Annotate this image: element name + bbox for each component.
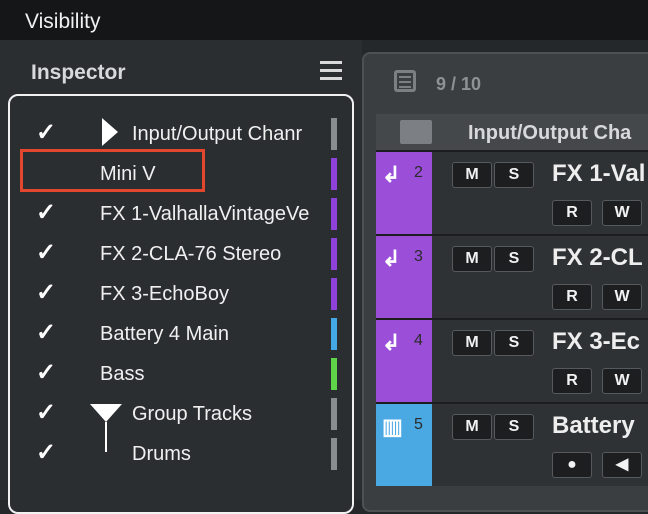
visibility-panel: ✓ Input/Output Chanr Mini V ✓ FX 1-Valha… [8, 94, 354, 514]
read-button[interactable]: R [552, 284, 592, 310]
visibility-row-input-output[interactable]: ✓ Input/Output Chanr [10, 114, 340, 154]
check-icon[interactable]: ✓ [36, 318, 56, 347]
row-label: Bass [100, 363, 145, 385]
solo-button[interactable]: S [494, 246, 534, 272]
check-icon[interactable]: ✓ [36, 438, 56, 467]
check-icon[interactable]: ✓ [36, 198, 56, 227]
track-row-5[interactable]: ▥ 5 M S ● ◀ Battery [376, 402, 648, 486]
solo-button[interactable]: S [494, 414, 534, 440]
track-row-2[interactable]: ↲ 2 M S R W FX 1-Val [376, 150, 648, 234]
color-bar [331, 118, 337, 150]
visibility-row-mini-v[interactable]: Mini V [10, 154, 340, 194]
write-button[interactable]: W [602, 284, 642, 310]
color-bar [331, 438, 337, 470]
tab-visibility-label: Visibility [25, 10, 101, 33]
visibility-row-fx3[interactable]: ✓ FX 3-EchoBoy [10, 274, 340, 314]
row-label: Drums [132, 443, 191, 465]
color-bar [331, 198, 337, 230]
return-arrow-icon: ↲ [382, 162, 401, 187]
triangle-right-icon[interactable] [102, 118, 118, 146]
keyboard-icon: ▥ [382, 414, 403, 439]
track-color-strip: ▥ 5 [376, 404, 432, 486]
track-row-4[interactable]: ↲ 4 M S R W FX 3-Ec [376, 318, 648, 402]
track-number: 2 [414, 164, 423, 181]
check-icon[interactable]: ✓ [36, 358, 56, 387]
track-name: FX 1-Val [552, 160, 646, 187]
row-label: FX 1-ValhallaVintageVe [100, 203, 310, 225]
color-bar [331, 238, 337, 270]
track-count: 9 / 10 [436, 74, 482, 94]
row-label: Input/Output Chanr [132, 123, 303, 145]
mute-button[interactable]: M [452, 246, 492, 272]
read-button[interactable]: R [552, 200, 592, 226]
list-icon[interactable] [394, 70, 416, 92]
solo-button[interactable]: S [494, 330, 534, 356]
write-button[interactable]: W [602, 200, 642, 226]
track-name: FX 2-CL [552, 244, 643, 271]
record-button[interactable]: ● [552, 452, 592, 478]
color-bar [331, 398, 337, 430]
project-header: 9 / 10 [364, 54, 648, 112]
row-label: FX 3-EchoBoy [100, 283, 229, 305]
folder-track-name: Input/Output Cha [468, 122, 632, 144]
hamburger-menu-icon[interactable] [320, 61, 342, 80]
track-name: Battery [552, 412, 635, 439]
visibility-row-fx1[interactable]: ✓ FX 1-ValhallaVintageVe [10, 194, 340, 234]
color-bar [331, 318, 337, 350]
color-bar [331, 278, 337, 310]
project-panel: 9 / 10 Input/Output Cha ↲ 2 M S R W FX 1… [362, 52, 648, 512]
visibility-row-battery[interactable]: ✓ Battery 4 Main [10, 314, 340, 354]
track-name: FX 3-Ec [552, 328, 641, 355]
row-label: Group Tracks [132, 403, 253, 425]
return-arrow-icon: ↲ [382, 246, 401, 271]
monitor-button[interactable]: ◀ [602, 452, 642, 478]
color-bar [331, 358, 337, 390]
return-arrow-icon: ↲ [382, 330, 401, 355]
check-icon[interactable]: ✓ [36, 398, 56, 427]
folder-icon [400, 120, 432, 144]
track-number: 4 [414, 332, 423, 349]
mute-button[interactable]: M [452, 162, 492, 188]
check-icon[interactable]: ✓ [36, 118, 56, 147]
write-button[interactable]: W [602, 368, 642, 394]
row-label: Battery 4 Main [100, 323, 229, 345]
mute-button[interactable]: M [452, 330, 492, 356]
row-label: Mini V [100, 163, 156, 185]
solo-button[interactable]: S [494, 162, 534, 188]
track-color-strip: ↲ 4 [376, 320, 432, 402]
track-number: 3 [414, 248, 423, 265]
visibility-row-drums[interactable]: ✓ Drums [10, 434, 340, 474]
check-icon[interactable]: ✓ [36, 238, 56, 267]
track-color-strip: ↲ 3 [376, 236, 432, 318]
track-number: 5 [414, 416, 423, 433]
track-row-3[interactable]: ↲ 3 M S R W FX 2-CL [376, 234, 648, 318]
color-bar [331, 158, 337, 190]
check-icon[interactable]: ✓ [36, 278, 56, 307]
tab-inspector[interactable]: Inspector [31, 61, 126, 85]
track-color-strip: ↲ 2 [376, 152, 432, 234]
visibility-row-bass[interactable]: ✓ Bass [10, 354, 340, 394]
mute-button[interactable]: M [452, 414, 492, 440]
visibility-row-group-tracks[interactable]: ✓ Group Tracks [10, 394, 340, 434]
visibility-row-fx2[interactable]: ✓ FX 2-CLA-76 Stereo [10, 234, 340, 274]
read-button[interactable]: R [552, 368, 592, 394]
folder-track-header[interactable]: Input/Output Cha [376, 114, 648, 150]
row-label: FX 2-CLA-76 Stereo [100, 243, 282, 265]
